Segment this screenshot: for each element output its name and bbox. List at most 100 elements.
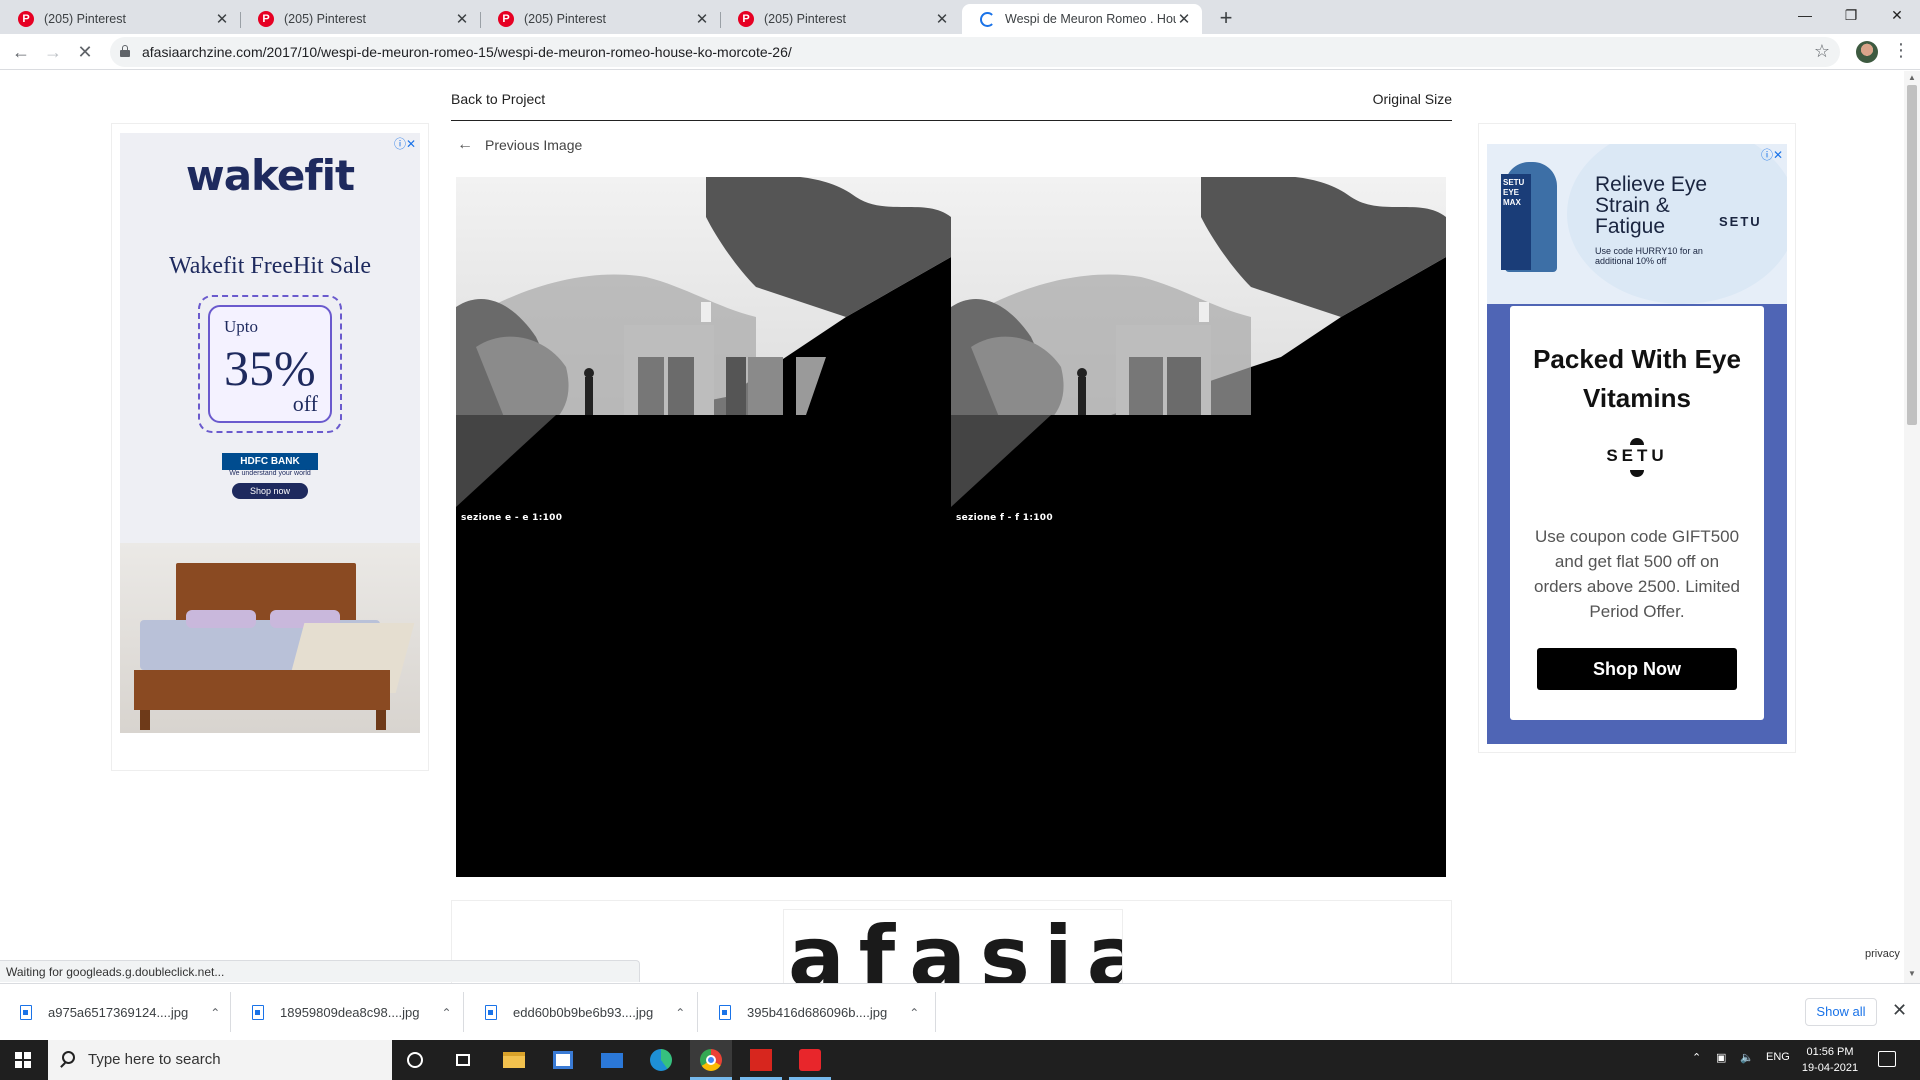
- tab-title: (205) Pinterest: [524, 12, 606, 26]
- web-page: ⓘ✕ wakefit Wakefit FreeHit Sale Upto 35%…: [0, 71, 1920, 983]
- chrome-icon[interactable]: [699, 1048, 723, 1072]
- task-view-icon[interactable]: [451, 1048, 475, 1072]
- menu-dots-icon[interactable]: ⋮: [1892, 40, 1910, 61]
- volume-icon[interactable]: 🔈: [1740, 1051, 1754, 1064]
- section-drawing-left: sezione e - e 1:100: [456, 177, 951, 877]
- restore-icon[interactable]: ❐: [1828, 0, 1874, 30]
- edge-icon[interactable]: [649, 1048, 673, 1072]
- network-icon[interactable]: ▣: [1716, 1051, 1726, 1064]
- windows-start-icon[interactable]: [15, 1052, 31, 1068]
- download-item[interactable]: edd60b0b9be6b93....jpg ⌃: [485, 984, 685, 1041]
- forward-arrow-icon[interactable]: →: [40, 39, 66, 65]
- download-item[interactable]: a975a6517369124....jpg ⌃: [20, 984, 220, 1041]
- original-size-link[interactable]: Original Size: [1373, 91, 1452, 107]
- chevron-up-icon[interactable]: ⌃: [1692, 1051, 1701, 1064]
- close-tab-icon[interactable]: ✕: [454, 10, 470, 28]
- close-tab-icon[interactable]: ✕: [694, 10, 710, 28]
- browser-tab[interactable]: P (205) Pinterest ✕: [0, 4, 240, 34]
- minimize-icon[interactable]: —: [1782, 0, 1828, 30]
- privacy-link[interactable]: privacy: [1865, 948, 1900, 960]
- sketchup-icon[interactable]: [798, 1048, 822, 1072]
- browser-toolbar: ← → ✕ afasiaarchzine.com/2017/10/wespi-d…: [0, 34, 1920, 70]
- tab-title: (205) Pinterest: [44, 12, 126, 26]
- setu-code-line: Use code HURRY10 for an additional 10% o…: [1595, 246, 1703, 266]
- section-illustration: [456, 177, 951, 877]
- downloads-bar: a975a6517369124....jpg ⌃ 18959809dea8c98…: [0, 983, 1920, 1040]
- close-tab-icon[interactable]: ✕: [934, 10, 950, 28]
- file-explorer-icon[interactable]: [502, 1048, 526, 1072]
- image-file-icon: [252, 1005, 264, 1020]
- afasia-logo[interactable]: afasia: [788, 910, 1122, 983]
- ad-headline: Wakefit FreeHit Sale: [169, 253, 371, 279]
- close-tab-icon[interactable]: ✕: [1176, 10, 1192, 28]
- off-label: off: [292, 391, 318, 416]
- tab-title: Wespi de Meuron Romeo . House: [1005, 12, 1176, 26]
- chevron-up-icon[interactable]: ⌃: [442, 1006, 452, 1020]
- setu-ad[interactable]: SETU EYE MAX Relieve Eye Strain & Fatigu…: [1487, 144, 1787, 744]
- stop-loading-icon[interactable]: ✕: [72, 39, 98, 65]
- adchoices-icon[interactable]: ⓘ✕: [1761, 146, 1783, 163]
- image-viewer[interactable]: sezione e - e 1:100 sezione f - f 1:100: [451, 174, 1452, 884]
- acrobat-icon[interactable]: [749, 1048, 773, 1072]
- profile-avatar[interactable]: [1856, 41, 1878, 63]
- setu-card: Packed With Eye Vitamins SETU Use coupon…: [1510, 306, 1764, 720]
- setu-headline: Relieve Eye Strain & Fatigue: [1595, 173, 1708, 238]
- download-item[interactable]: 395b416d686096b....jpg ⌃: [719, 984, 919, 1041]
- close-tab-icon[interactable]: ✕: [214, 10, 230, 28]
- setu-logo: SETU: [1606, 446, 1668, 465]
- chevron-up-icon[interactable]: ⌃: [210, 1006, 220, 1020]
- mail-icon[interactable]: [600, 1048, 624, 1072]
- pinterest-icon: P: [258, 11, 274, 27]
- product-pack: SETU EYE MAX: [1501, 174, 1531, 270]
- system-clock[interactable]: 01:56 PM 19-04-2021: [1800, 1044, 1860, 1076]
- tab-title: (205) Pinterest: [764, 12, 846, 26]
- section-drawing-right: sezione f - f 1:100: [951, 177, 1446, 877]
- notification-icon[interactable]: [1878, 1051, 1896, 1067]
- section-caption: sezione f - f 1:100: [956, 513, 1053, 523]
- chevron-up-icon[interactable]: ⌃: [675, 1006, 685, 1020]
- left-arrow-icon: ←: [457, 136, 473, 153]
- previous-image-link[interactable]: ← Previous Image: [457, 136, 582, 154]
- back-arrow-icon[interactable]: ←: [8, 39, 34, 65]
- discount-percent: 35%: [224, 340, 316, 396]
- shop-now-button[interactable]: Shop now: [232, 483, 308, 499]
- bookmark-star-icon[interactable]: ☆: [1814, 41, 1830, 62]
- browser-tab-active[interactable]: Wespi de Meuron Romeo . House ✕: [962, 4, 1202, 34]
- show-all-downloads-button[interactable]: Show all: [1805, 998, 1877, 1026]
- scroll-down-icon[interactable]: ▼: [1908, 969, 1916, 978]
- taskbar-search-input[interactable]: Type here to search: [48, 1040, 392, 1080]
- section-illustration: [951, 177, 1446, 877]
- windows-taskbar: Type here to search ⌃ ▣ 🔈 ENG 01:56 PM 1…: [0, 1040, 1920, 1080]
- language-indicator[interactable]: ENG: [1766, 1051, 1790, 1063]
- adchoices-icon[interactable]: ⓘ✕: [394, 135, 416, 152]
- browser-tab[interactable]: P (205) Pinterest ✕: [240, 4, 480, 34]
- wakefit-ad[interactable]: ⓘ✕ wakefit Wakefit FreeHit Sale Upto 35%…: [120, 133, 420, 733]
- close-downloads-icon[interactable]: ✕: [1892, 1000, 1907, 1021]
- download-filename: a975a6517369124....jpg: [48, 1005, 189, 1020]
- new-tab-button[interactable]: +: [1213, 6, 1239, 32]
- tab-title: (205) Pinterest: [284, 12, 366, 26]
- setu-brand-small: SETU: [1719, 214, 1762, 229]
- address-bar[interactable]: afasiaarchzine.com/2017/10/wespi-de-meur…: [110, 37, 1840, 67]
- loading-spinner-icon: [980, 11, 995, 27]
- vertical-scrollbar[interactable]: ▲ ▼: [1904, 71, 1920, 983]
- chevron-up-icon[interactable]: ⌃: [909, 1006, 919, 1020]
- store-icon[interactable]: [551, 1048, 575, 1072]
- status-bubble: Waiting for googleads.g.doubleclick.net.…: [0, 960, 640, 982]
- scroll-up-icon[interactable]: ▲: [1908, 73, 1916, 82]
- browser-tab[interactable]: P (205) Pinterest ✕: [720, 4, 960, 34]
- scrollbar-thumb[interactable]: [1907, 85, 1917, 425]
- download-item[interactable]: 18959809dea8c98....jpg ⌃: [252, 984, 452, 1041]
- image-nav-bar: Back to Project Original Size: [451, 91, 1452, 121]
- image-file-icon: [20, 1005, 32, 1020]
- hdfc-logo: HDFC BANK: [222, 453, 318, 470]
- url-text[interactable]: afasiaarchzine.com/2017/10/wespi-de-meur…: [142, 44, 792, 60]
- discount-badge: Upto 35% off: [198, 295, 342, 433]
- cortana-icon[interactable]: [403, 1048, 427, 1072]
- hdfc-tagline: We understand your world: [229, 470, 311, 477]
- shop-now-button[interactable]: Shop Now: [1537, 648, 1737, 690]
- back-to-project-link[interactable]: Back to Project: [451, 91, 545, 107]
- browser-tab[interactable]: P (205) Pinterest ✕: [480, 4, 720, 34]
- close-window-icon[interactable]: ✕: [1874, 0, 1920, 30]
- image-file-icon: [485, 1005, 497, 1020]
